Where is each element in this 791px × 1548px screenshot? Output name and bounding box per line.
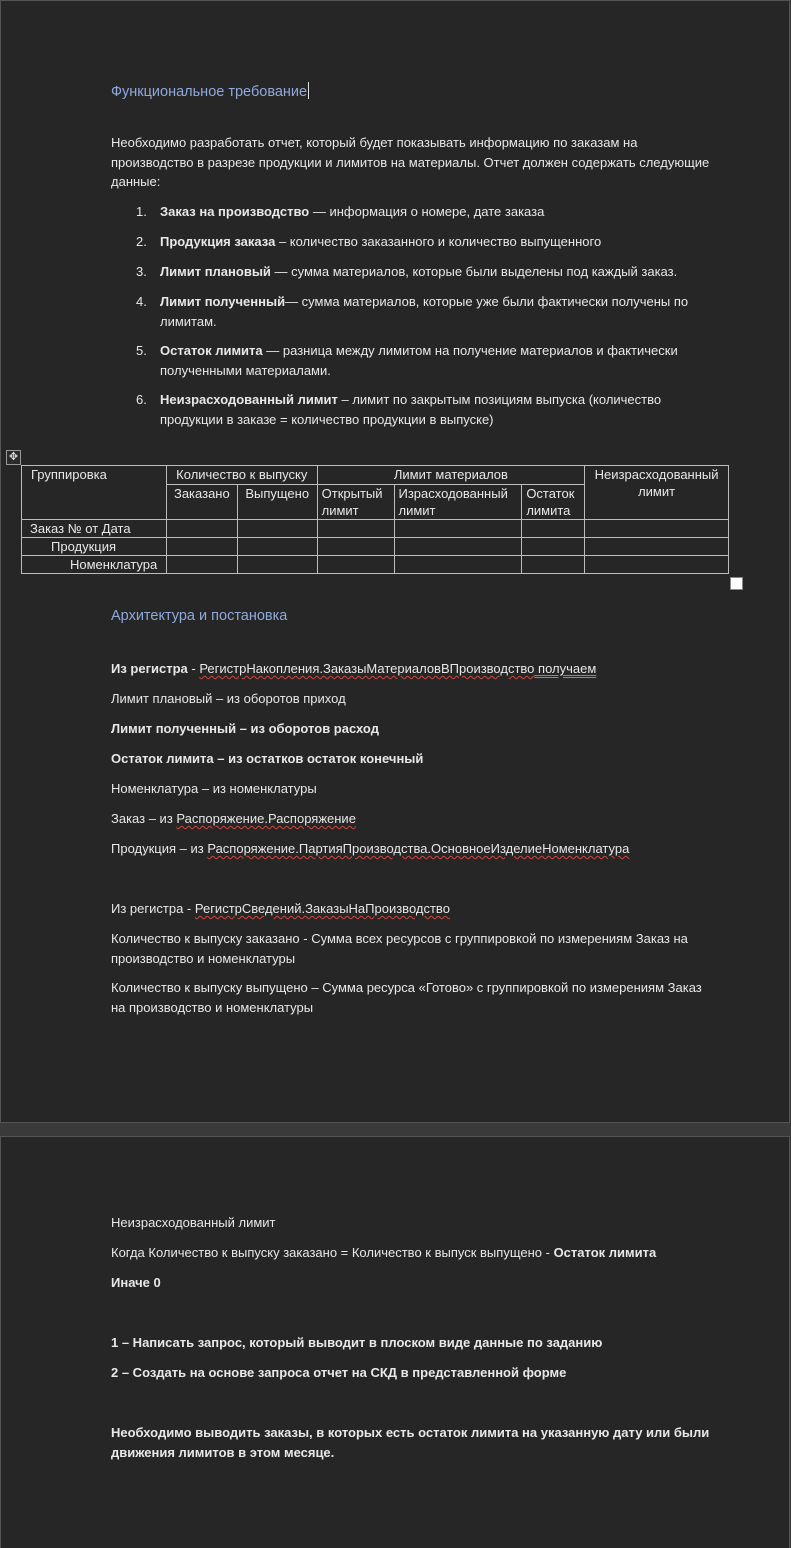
task-2-line[interactable]: 2 – Создать на основе запроса отчет на С… xyxy=(111,1363,566,1383)
empty-cell[interactable] xyxy=(584,555,729,574)
list-item[interactable]: 2. Продукция заказа – количество заказанн… xyxy=(136,232,720,252)
empty-cell[interactable] xyxy=(521,537,586,556)
qty-released-paragraph[interactable]: Количество к выпуску выпущено – Сумма ре… xyxy=(111,978,751,1017)
nomenclature-line[interactable]: Номенклатура – из номенклатуры xyxy=(111,779,317,799)
header-ordered-cell[interactable]: Заказано xyxy=(165,484,238,520)
product-line[interactable]: Продукция – из Распоряжение.ПартияПроизв… xyxy=(111,839,629,859)
empty-cell[interactable] xyxy=(316,519,395,538)
table-row: Продукция xyxy=(21,537,729,556)
row-product-cell[interactable]: Продукция xyxy=(21,537,167,556)
empty-cell[interactable] xyxy=(165,555,238,574)
section-heading-functional: Функциональное требование xyxy=(111,82,310,100)
empty-cell[interactable] xyxy=(584,537,729,556)
header-rest-limit-cell[interactable]: Остаток лимита xyxy=(521,484,586,520)
register-line-2[interactable]: Из регистра - РегистрСведений.ЗаказыНаПр… xyxy=(111,899,450,919)
empty-cell[interactable] xyxy=(165,519,238,538)
list-item[interactable]: 3. Лимит плановый — сумма материалов, кот… xyxy=(136,262,720,282)
document-page-1: Функциональное требование Необходимо раз… xyxy=(0,0,790,1123)
row-order-cell[interactable]: Заказ № от Дата xyxy=(21,519,167,538)
unspent-limit-line[interactable]: Неизрасходованный лимит xyxy=(111,1213,275,1233)
intro-paragraph[interactable]: Необходимо разработать отчет, который бу… xyxy=(111,133,751,192)
table-row: Номенклатура xyxy=(21,555,729,574)
else-line[interactable]: Иначе 0 xyxy=(111,1273,161,1293)
received-limit-line[interactable]: Лимит полученный – из оборотов расход xyxy=(111,719,379,739)
header-spent-limit-cell[interactable]: Израсходованный лимит xyxy=(393,484,523,520)
empty-cell[interactable] xyxy=(316,555,395,574)
table-move-handle-icon[interactable]: ✥ xyxy=(6,450,21,465)
list-item[interactable]: 5. Остаток лимита — разница между лимитом… xyxy=(136,341,720,380)
table-resize-handle[interactable] xyxy=(730,577,743,590)
empty-cell[interactable] xyxy=(521,555,586,574)
empty-cell[interactable] xyxy=(393,537,523,556)
table-row: Заказ № от Дата xyxy=(21,519,729,538)
empty-cell[interactable] xyxy=(584,519,729,538)
document-page-2: Неизрасходованный лимит Когда Количество… xyxy=(0,1136,790,1548)
empty-cell[interactable] xyxy=(236,519,318,538)
header-qty-cell[interactable]: Количество к выпуску xyxy=(165,465,318,485)
header-limit-cell[interactable]: Лимит материалов xyxy=(316,465,586,485)
empty-cell[interactable] xyxy=(236,555,318,574)
row-nomenclature-cell[interactable]: Номенклатура xyxy=(21,555,167,574)
list-item[interactable]: 4. Лимит полученный— сумма материалов, ко… xyxy=(136,292,720,331)
empty-cell[interactable] xyxy=(316,537,395,556)
empty-cell[interactable] xyxy=(521,519,586,538)
qty-ordered-paragraph[interactable]: Количество к выпуску заказано - Сумма вс… xyxy=(111,929,751,968)
plan-limit-line[interactable]: Лимит плановый – из оборотов приход xyxy=(111,689,346,709)
header-released-cell[interactable]: Выпущено xyxy=(236,484,318,520)
when-condition-line[interactable]: Когда Количество к выпуску заказано = Ко… xyxy=(111,1243,656,1263)
final-requirement-paragraph[interactable]: Необходимо выводить заказы, в которых ес… xyxy=(111,1423,751,1462)
header-group-cell[interactable]: Группировка xyxy=(21,465,167,520)
list-item[interactable]: 1. Заказ на производство — информация о н… xyxy=(136,202,720,222)
section-heading-architecture: Архитектура и постановка xyxy=(111,608,288,624)
header-unspent-cell[interactable]: Неизрасходованный лимит xyxy=(584,465,729,520)
list-item[interactable]: 6. Неизрасходованный лимит – лимит по зак… xyxy=(136,390,720,429)
order-line[interactable]: Заказ – из Распоряжение.Распоряжение xyxy=(111,809,356,829)
empty-cell[interactable] xyxy=(393,555,523,574)
task-1-line[interactable]: 1 – Написать запрос, который выводит в п… xyxy=(111,1333,602,1353)
empty-cell[interactable] xyxy=(236,537,318,556)
text-cursor xyxy=(308,82,310,99)
empty-cell[interactable] xyxy=(165,537,238,556)
report-layout-table: Группировка Количество к выпуску Лимит м… xyxy=(21,465,729,574)
rest-limit-line[interactable]: Остаток лимита – из остатков остаток кон… xyxy=(111,749,423,769)
empty-cell[interactable] xyxy=(393,519,523,538)
header-open-limit-cell[interactable]: Открытый лимит xyxy=(316,484,395,520)
register-line-1[interactable]: Из регистра - РегистрНакопления.ЗаказыМа… xyxy=(111,659,596,679)
